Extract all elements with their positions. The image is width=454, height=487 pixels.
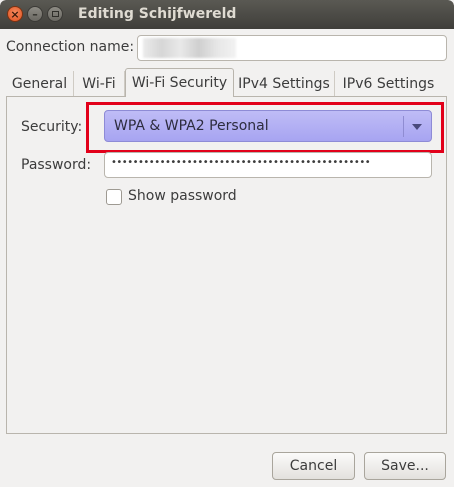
save-button[interactable]: Save... [364, 452, 446, 480]
security-select-value: WPA & WPA2 Personal [114, 118, 269, 134]
connection-name-label: Connection name: [6, 39, 135, 55]
password-label: Password: [21, 157, 92, 173]
tab-wifi[interactable]: Wi-Fi [74, 71, 125, 97]
maximize-icon[interactable] [47, 6, 63, 22]
show-password-checkbox[interactable] [106, 189, 122, 205]
window-title: Editing Schijfwereld [78, 6, 237, 22]
security-label: Security: [21, 119, 83, 135]
close-icon[interactable]: × [7, 6, 23, 22]
security-select[interactable]: WPA & WPA2 Personal [104, 110, 432, 142]
cancel-button[interactable]: Cancel [272, 452, 355, 480]
connection-name-input[interactable] [137, 35, 447, 61]
redacted-blur [143, 38, 236, 58]
tab-ipv4-settings[interactable]: IPv4 Settings [234, 71, 335, 97]
minimize-icon[interactable]: – [27, 6, 43, 22]
tab-ipv6-settings[interactable]: IPv6 Settings [335, 71, 442, 97]
select-divider [403, 116, 404, 137]
title-bar: × – Editing Schijfwereld [0, 0, 454, 29]
password-field[interactable]: ••••••••••••••••••••••••••••••••••••••••… [104, 152, 432, 178]
dialog-window: × – Editing Schijfwereld Connection name… [0, 0, 454, 487]
chevron-down-icon [412, 124, 422, 130]
show-password-label[interactable]: Show password [128, 188, 237, 204]
tab-wifi-security[interactable]: Wi-Fi Security [125, 68, 234, 97]
tab-general[interactable]: General [6, 71, 74, 97]
